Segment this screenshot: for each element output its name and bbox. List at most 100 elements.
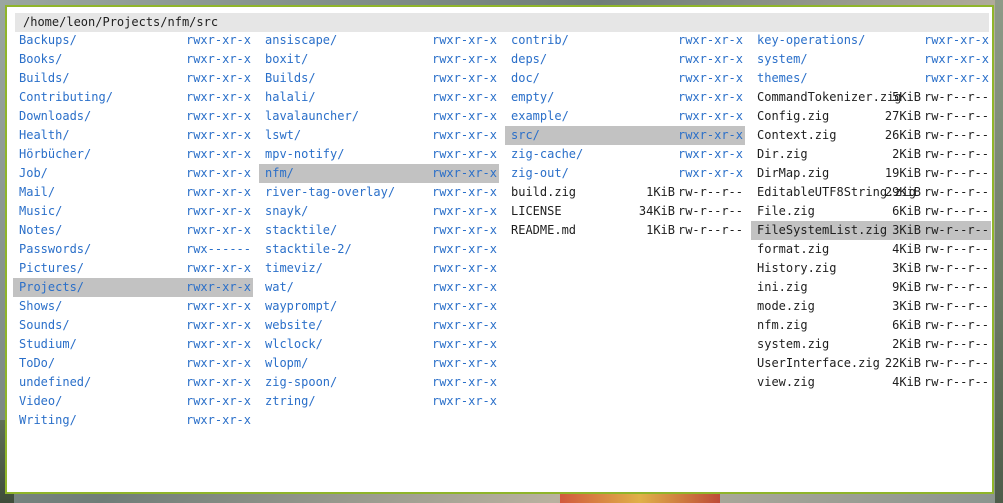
directory-entry[interactable]: Pictures/rwxr-xr-x [13,259,253,278]
directory-entry[interactable]: snayk/rwxr-xr-x [259,202,499,221]
directory-entry[interactable]: timeviz/rwxr-xr-x [259,259,499,278]
entry-name: ztring/ [265,394,316,408]
directory-entry[interactable]: Video/rwxr-xr-x [13,392,253,411]
directory-entry[interactable]: system/rwxr-xr-x [751,50,991,69]
directory-entry[interactable]: Books/rwxr-xr-x [13,50,253,69]
file-entry[interactable]: format.zig 4KiB rw-r--r-- [751,240,991,259]
directory-entry[interactable]: Job/rwxr-xr-x [13,164,253,183]
entry-name: zig-spoon/ [265,375,338,389]
entry-permissions: rwxr-xr-x [431,299,497,313]
directory-entry[interactable]: Hörbücher/rwxr-xr-x [13,145,253,164]
directory-entry[interactable]: ansiscape/rwxr-xr-x [259,31,499,50]
file-entry[interactable]: Dir.zig 2KiB rw-r--r-- [751,145,991,164]
directory-entry[interactable]: website/rwxr-xr-x [259,316,499,335]
directory-entry[interactable]: river-tag-overlay/rwxr-xr-x [259,183,499,202]
directory-entry[interactable]: Sounds/rwxr-xr-x [13,316,253,335]
file-entry[interactable]: Context.zig 26KiB rw-r--r-- [751,126,991,145]
entry-name: src/ [511,128,540,142]
directory-entry[interactable]: lswt/rwxr-xr-x [259,126,499,145]
directory-entry[interactable]: empty/rwxr-xr-x [505,88,745,107]
directory-entry[interactable]: mpv-notify/rwxr-xr-x [259,145,499,164]
directory-entry[interactable]: undefined/rwxr-xr-x [13,373,253,392]
directory-entry[interactable]: Studium/rwxr-xr-x [13,335,253,354]
file-entry[interactable]: build.zig 1KiB rw-r--r-- [505,183,745,202]
directory-entry[interactable]: Shows/rwxr-xr-x [13,297,253,316]
file-entry[interactable]: UserInterface.zig 22KiB rw-r--r-- [751,354,991,373]
directory-entry[interactable]: key-operations/rwxr-xr-x [751,31,991,50]
directory-entry[interactable]: ToDo/rwxr-xr-x [13,354,253,373]
entry-name: Hörbücher/ [19,147,92,161]
entry-size: 2KiB [892,337,921,351]
file-entry[interactable]: CommandTokenizer.zig 5KiB rw-r--r-- [751,88,991,107]
file-entry[interactable]: History.zig 3KiB rw-r--r-- [751,259,991,278]
file-entry[interactable]: mode.zig 3KiB rw-r--r-- [751,297,991,316]
entry-permissions: rw-r--r-- [923,242,989,256]
entry-permissions: rwxr-xr-x [923,71,989,85]
file-entry[interactable]: DirMap.zig 19KiB rw-r--r-- [751,164,991,183]
entry-permissions: rwxr-xr-x [431,242,497,256]
directory-entry[interactable]: wayprompt/rwxr-xr-x [259,297,499,316]
directory-entry[interactable]: nfm/rwxr-xr-x [259,164,499,183]
file-entry[interactable]: File.zig 6KiB rw-r--r-- [751,202,991,221]
directory-entry[interactable]: example/rwxr-xr-x [505,107,745,126]
file-entry[interactable]: system.zig 2KiB rw-r--r-- [751,335,991,354]
directory-entry[interactable]: Downloads/rwxr-xr-x [13,107,253,126]
entry-permissions: rwxr-xr-x [431,147,497,161]
entry-name: ansiscape/ [265,33,338,47]
directory-entry[interactable]: Builds/rwxr-xr-x [259,69,499,88]
entry-permissions: rw-r--r-- [923,261,989,275]
directory-entry[interactable]: stacktile-2/rwxr-xr-x [259,240,499,259]
entry-permissions: rwxr-xr-x [431,337,497,351]
file-entry[interactable]: LICENSE 34KiB rw-r--r-- [505,202,745,221]
directory-entry[interactable]: doc/rwxr-xr-x [505,69,745,88]
entry-permissions: rwxr-xr-x [431,166,497,180]
entry-name: river-tag-overlay/ [265,185,396,199]
directory-entry[interactable]: wlclock/rwxr-xr-x [259,335,499,354]
file-entry[interactable]: ini.zig 9KiB rw-r--r-- [751,278,991,297]
directory-entry[interactable]: Builds/rwxr-xr-x [13,69,253,88]
entry-name: build.zig [511,185,577,199]
file-entry[interactable]: README.md 1KiB rw-r--r-- [505,221,745,240]
directory-entry[interactable]: zig-spoon/rwxr-xr-x [259,373,499,392]
directory-entry[interactable]: lavalauncher/rwxr-xr-x [259,107,499,126]
entry-permissions: rwxr-xr-x [677,52,743,66]
directory-entry[interactable]: stacktile/rwxr-xr-x [259,221,499,240]
entry-name: halali/ [265,90,316,104]
directory-entry[interactable]: Backups/rwxr-xr-x [13,31,253,50]
file-entry[interactable]: EditableUTF8String.zig 29KiB rw-r--r-- [751,183,991,202]
entry-name: view.zig [757,375,815,389]
directory-entry[interactable]: Passwords/rwx------ [13,240,253,259]
directory-entry[interactable]: zig-cache/rwxr-xr-x [505,145,745,164]
directory-entry[interactable]: Health/rwxr-xr-x [13,126,253,145]
file-entry[interactable]: view.zig 4KiB rw-r--r-- [751,373,991,392]
entry-permissions: rwxr-xr-x [185,147,251,161]
directory-entry[interactable]: Projects/rwxr-xr-x [13,278,253,297]
entry-permissions: rw-r--r-- [923,337,989,351]
file-entry[interactable]: nfm.zig 6KiB rw-r--r-- [751,316,991,335]
entry-name: Builds/ [19,71,70,85]
entry-name: website/ [265,318,323,332]
directory-entry[interactable]: src/rwxr-xr-x [505,126,745,145]
directory-entry[interactable]: Mail/rwxr-xr-x [13,183,253,202]
directory-entry[interactable]: Music/rwxr-xr-x [13,202,253,221]
directory-entry[interactable]: Writing/rwxr-xr-x [13,411,253,430]
directory-entry[interactable]: Notes/rwxr-xr-x [13,221,253,240]
directory-entry[interactable]: wlopm/rwxr-xr-x [259,354,499,373]
directory-entry[interactable]: ztring/rwxr-xr-x [259,392,499,411]
directory-entry[interactable]: halali/rwxr-xr-x [259,88,499,107]
file-entry[interactable]: Config.zig 27KiB rw-r--r-- [751,107,991,126]
directory-entry[interactable]: contrib/rwxr-xr-x [505,31,745,50]
entry-permissions: rw-r--r-- [923,166,989,180]
directory-entry[interactable]: themes/rwxr-xr-x [751,69,991,88]
directory-entry[interactable]: Contributing/rwxr-xr-x [13,88,253,107]
entry-name: Video/ [19,394,63,408]
directory-entry[interactable]: zig-out/rwxr-xr-x [505,164,745,183]
entry-name: system/ [757,52,808,66]
directory-entry[interactable]: wat/rwxr-xr-x [259,278,499,297]
wallpaper-edge [995,0,1003,503]
entry-permissions: rw-r--r-- [923,318,989,332]
directory-entry[interactable]: deps/rwxr-xr-x [505,50,745,69]
entry-permissions: rwxr-xr-x [185,280,251,294]
file-entry[interactable]: FileSystemList.zig 3KiB rw-r--r-- [751,221,991,240]
directory-entry[interactable]: boxit/rwxr-xr-x [259,50,499,69]
